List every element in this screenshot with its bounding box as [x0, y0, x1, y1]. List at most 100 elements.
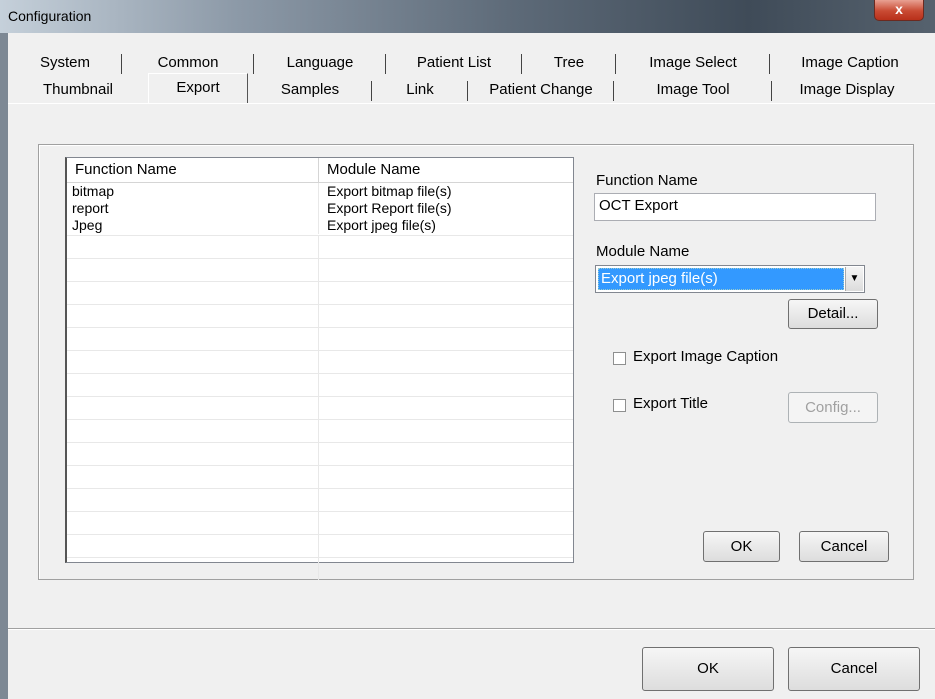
empty-cell — [67, 558, 319, 580]
tab-patient-change[interactable]: Patient Change — [468, 77, 614, 103]
footer-divider-highlight — [8, 629, 935, 630]
tab-label: Language — [286, 54, 354, 71]
empty-row — [67, 236, 573, 259]
ok-button[interactable]: OK — [703, 531, 780, 562]
empty-row — [67, 305, 573, 328]
empty-cell — [67, 351, 319, 373]
tab-system[interactable]: System — [8, 50, 122, 76]
function-list[interactable]: Function Name Module Name bitmap Export … — [65, 157, 574, 580]
close-button[interactable]: x — [874, 0, 924, 21]
tab-thumbnail[interactable]: Thumbnail — [8, 77, 148, 103]
window-title: Configuration — [8, 8, 92, 24]
empty-cell — [67, 259, 319, 281]
empty-row — [67, 443, 573, 466]
chevron-down-icon[interactable]: ▼ — [845, 267, 863, 291]
empty-cell — [319, 259, 569, 281]
empty-cell — [319, 305, 569, 327]
list-header: Function Name Module Name — [67, 158, 573, 183]
empty-row — [67, 282, 573, 305]
empty-row — [67, 259, 573, 282]
export-group-box: Function Name Module Name bitmap Export … — [38, 144, 914, 580]
module-name-cell: Export jpeg file(s) — [327, 217, 436, 233]
empty-row — [67, 558, 573, 580]
detail-button[interactable]: Detail... — [788, 299, 878, 329]
list-row[interactable]: bitmap Export bitmap file(s) — [67, 183, 573, 200]
empty-cell — [67, 443, 319, 465]
tab-language[interactable]: Language — [254, 50, 386, 76]
module-name-selected-value: Export jpeg file(s) — [598, 268, 844, 290]
empty-row — [67, 397, 573, 420]
empty-cell — [319, 374, 569, 396]
empty-cell — [319, 282, 569, 304]
tab-link[interactable]: Link — [372, 77, 468, 103]
tab-export[interactable]: Export — [148, 73, 248, 104]
empty-cell — [67, 420, 319, 442]
tab-label: Patient List — [416, 54, 492, 71]
empty-cell — [67, 305, 319, 327]
config-button[interactable]: Config... — [788, 392, 878, 423]
list-row[interactable]: Jpeg Export jpeg file(s) — [67, 217, 573, 236]
tab-patient-list[interactable]: Patient List — [386, 50, 522, 76]
empty-cell — [319, 351, 569, 373]
export-image-caption-checkbox[interactable] — [613, 352, 626, 365]
empty-cell — [319, 397, 569, 419]
tab-label: Image Display — [799, 81, 895, 98]
tab-image-tool[interactable]: Image Tool — [614, 77, 772, 103]
tab-label: Tree — [553, 54, 585, 71]
module-name-cell: Export Report file(s) — [327, 200, 452, 216]
tab-tree[interactable]: Tree — [522, 50, 616, 76]
empty-cell — [67, 466, 319, 488]
tab-image-caption[interactable]: Image Caption — [770, 50, 930, 76]
tab-image-select[interactable]: Image Select — [616, 50, 770, 76]
empty-row — [67, 489, 573, 512]
empty-cell — [67, 397, 319, 419]
tab-samples[interactable]: Samples — [248, 77, 372, 103]
title-bar: Configuration x — [0, 0, 935, 33]
empty-cell — [319, 489, 569, 511]
column-header-function-name[interactable]: Function Name — [67, 158, 319, 182]
window-frame-left — [0, 33, 8, 699]
empty-cell — [319, 443, 569, 465]
tab-label: Samples — [280, 81, 340, 98]
empty-row — [67, 512, 573, 535]
empty-cell — [319, 535, 569, 557]
tab-label: Export — [176, 79, 220, 96]
tab-label: Common — [157, 54, 219, 71]
empty-cell — [67, 489, 319, 511]
module-name-label: Module Name — [596, 243, 690, 260]
empty-cell — [67, 282, 319, 304]
function-name-cell: report — [67, 200, 319, 217]
tab-label: System — [39, 54, 90, 71]
tab-label: Image Caption — [801, 54, 899, 71]
export-title-label[interactable]: Export Title — [633, 395, 708, 412]
footer-ok-button[interactable]: OK — [642, 647, 774, 691]
function-name-input[interactable]: OCT Export — [594, 193, 876, 221]
list-body: bitmap Export bitmap file(s) report Expo… — [67, 183, 573, 580]
empty-cell — [67, 535, 319, 557]
tab-row-bottom: Thumbnail Export Samples Link Patient Ch… — [8, 73, 922, 104]
tab-label: Thumbnail — [42, 81, 114, 98]
empty-cell — [319, 236, 569, 258]
export-image-caption-label[interactable]: Export Image Caption — [633, 348, 778, 365]
empty-row — [67, 374, 573, 397]
empty-cell — [67, 328, 319, 350]
tab-label: Patient Change — [489, 81, 593, 98]
footer-cancel-button[interactable]: Cancel — [788, 647, 920, 691]
empty-cell — [319, 420, 569, 442]
column-header-module-name[interactable]: Module Name — [319, 158, 569, 182]
tab-image-display[interactable]: Image Display — [772, 77, 922, 103]
function-name-cell: Jpeg — [67, 217, 319, 234]
empty-row — [67, 535, 573, 558]
cancel-button[interactable]: Cancel — [799, 531, 889, 562]
empty-cell — [319, 466, 569, 488]
export-title-checkbox[interactable] — [613, 399, 626, 412]
empty-cell — [319, 558, 569, 580]
empty-cell — [67, 236, 319, 258]
empty-row — [67, 466, 573, 489]
empty-row — [67, 351, 573, 374]
list-row[interactable]: report Export Report file(s) — [67, 200, 573, 217]
module-name-select[interactable]: Export jpeg file(s) ▼ — [595, 265, 865, 293]
tab-label: Link — [406, 81, 434, 98]
empty-row — [67, 420, 573, 443]
empty-row — [67, 328, 573, 351]
